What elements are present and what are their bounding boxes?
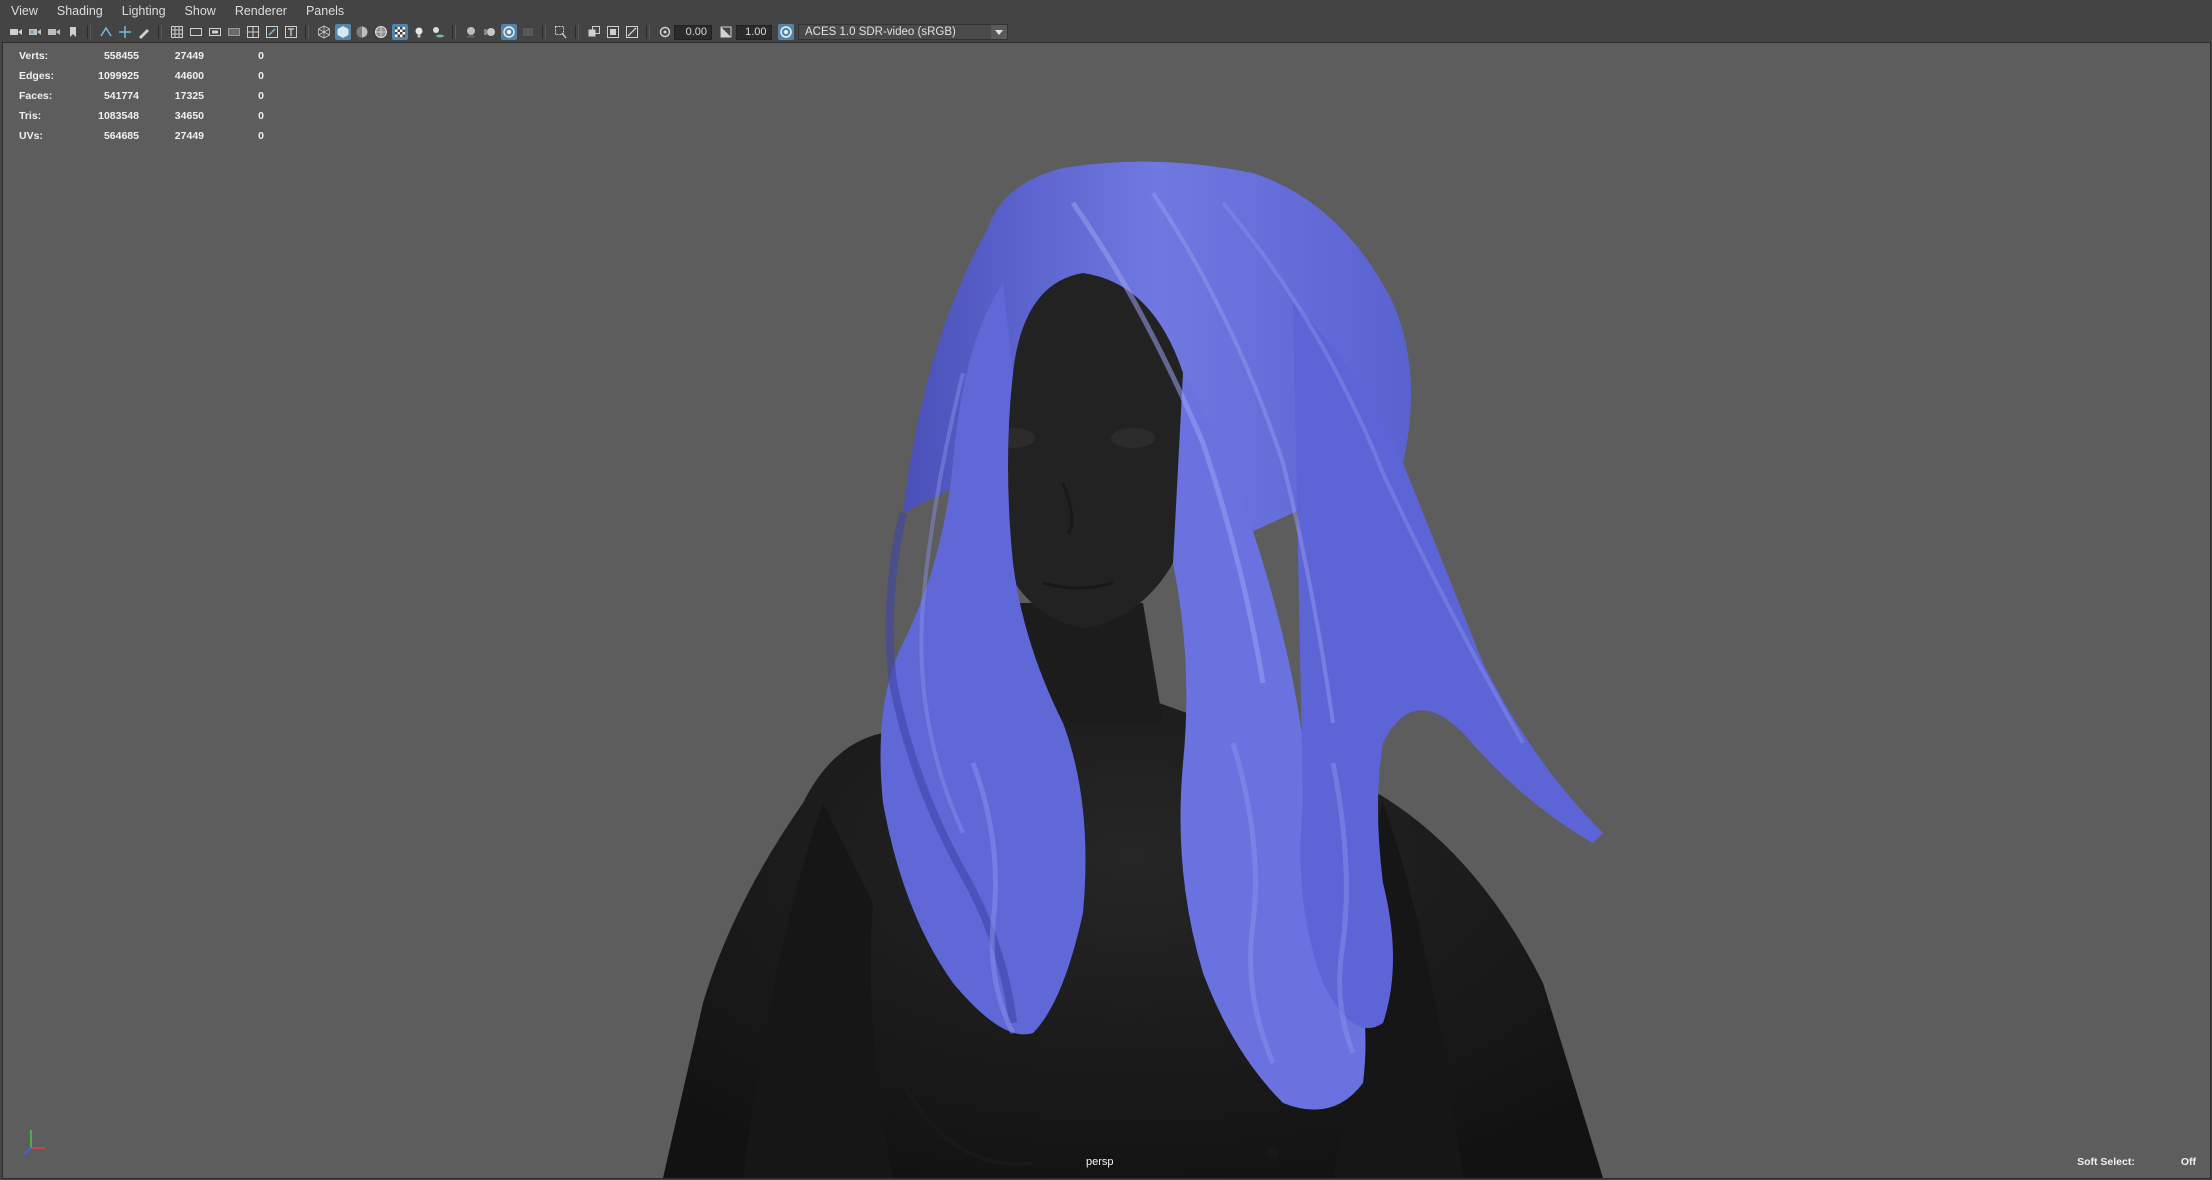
resolution-gate-icon[interactable]: [207, 24, 223, 40]
isolate-select-icon[interactable]: [553, 24, 569, 40]
toolbar-separator: [87, 25, 91, 39]
chevron-down-icon: [991, 25, 1007, 39]
menu-panels[interactable]: Panels: [295, 0, 352, 22]
grid-icon[interactable]: [169, 24, 185, 40]
soft-select-value: Off: [2180, 1156, 2196, 1168]
hud-value: 27449: [174, 50, 204, 62]
hud-label: Edges:: [19, 70, 55, 82]
screen-space-ao-icon[interactable]: [463, 24, 479, 40]
axis-gizmo-icon: [23, 1130, 45, 1155]
hud-value: 0: [258, 110, 264, 122]
hud-value: 558455: [103, 50, 139, 62]
toolbar-separator: [305, 25, 309, 39]
hud-value: 564685: [103, 130, 139, 142]
textured-icon[interactable]: [391, 24, 408, 40]
gamma-field[interactable]: 1.00: [735, 24, 772, 40]
shadows-icon[interactable]: [430, 24, 446, 40]
view-transform-dropdown[interactable]: ACES 1.0 SDR-video (sRGB): [798, 24, 1008, 40]
gate-mask-icon[interactable]: [226, 24, 242, 40]
hud-label: Faces:: [19, 90, 53, 102]
bookmark-icon[interactable]: [65, 24, 81, 40]
view-transform-value: ACES 1.0 SDR-video (sRGB): [805, 26, 956, 38]
poly-count-hud: Verts: 558455 27449 0 Edges: 1099925 446…: [19, 46, 264, 146]
hud-value: 0: [258, 50, 264, 62]
motion-blur-icon[interactable]: [482, 24, 498, 40]
hud-value: 1083548: [98, 110, 139, 122]
hud-value: 44600: [174, 70, 204, 82]
anti-aliasing-icon[interactable]: [500, 24, 517, 40]
menu-shading[interactable]: Shading: [46, 0, 111, 22]
field-chart-icon[interactable]: [245, 24, 261, 40]
xray-active-icon[interactable]: [605, 24, 621, 40]
smooth-shade-icon[interactable]: [334, 24, 351, 40]
image-plane-icon[interactable]: [98, 24, 114, 40]
grease-pencil-icon[interactable]: [136, 24, 152, 40]
hud-row-edges: Edges: 1099925 44600 0: [19, 66, 264, 86]
menu-view[interactable]: View: [0, 0, 46, 22]
hud-label: Tris:: [19, 110, 42, 122]
panel-toolbar: 0.00 1.00 ACES 1.0 SDR-video (sRGB): [0, 22, 2212, 42]
toolbar-separator: [158, 25, 162, 39]
hud-value: 1099925: [98, 70, 139, 82]
hud-value: 541774: [103, 90, 139, 102]
gamma-icon[interactable]: [718, 24, 734, 40]
xray-joints-icon[interactable]: [624, 24, 640, 40]
toolbar-separator: [575, 25, 579, 39]
toolbar-separator: [452, 25, 456, 39]
hud-value: 0: [258, 90, 264, 102]
film-gate-icon[interactable]: [188, 24, 204, 40]
hud-row-verts: Verts: 558455 27449 0: [19, 46, 264, 66]
menu-renderer[interactable]: Renderer: [224, 0, 295, 22]
hud-label: Verts:: [19, 50, 49, 62]
default-material-icon[interactable]: [354, 24, 370, 40]
exposure-field[interactable]: 0.00: [674, 24, 712, 40]
hud-value: 27449: [174, 130, 204, 142]
hud-label: UVs:: [19, 130, 43, 142]
xray-icon[interactable]: [586, 24, 602, 40]
hud-row-faces: Faces: 541774 17325 0: [19, 86, 264, 106]
color-management-icon[interactable]: [777, 24, 794, 40]
camera-attributes-icon[interactable]: [46, 24, 62, 40]
maya-viewport-panel: View Shading Lighting Show Renderer Pane…: [0, 0, 2212, 1180]
menu-lighting[interactable]: Lighting: [111, 0, 174, 22]
wireframe-on-shaded-icon[interactable]: [373, 24, 389, 40]
3d-viewport[interactable]: Verts: 558455 27449 0 Edges: 1099925 446…: [2, 42, 2211, 1179]
toolbar-separator: [542, 25, 546, 39]
hud-value: 0: [258, 130, 264, 142]
camera-lock-icon[interactable]: [27, 24, 43, 40]
safe-action-icon[interactable]: [264, 24, 280, 40]
panel-menubar: View Shading Lighting Show Renderer Pane…: [0, 0, 2212, 23]
exposure-icon[interactable]: [657, 24, 673, 40]
wireframe-icon[interactable]: [316, 24, 332, 40]
camera-name-label: persp: [1086, 1156, 1114, 1168]
2d-pan-zoom-icon[interactable]: [117, 24, 133, 40]
use-lights-icon[interactable]: [411, 24, 427, 40]
hud-row-tris: Tris: 1083548 34650 0: [19, 106, 264, 126]
menu-show[interactable]: Show: [174, 0, 224, 22]
camera-icon[interactable]: [8, 24, 24, 40]
soft-select-label: Soft Select:: [2077, 1156, 2135, 1168]
scene-render: [663, 161, 1603, 1178]
safe-title-icon[interactable]: [283, 24, 299, 40]
soft-select-status: Soft Select: Off: [2077, 1156, 2196, 1168]
depth-of-field-icon[interactable]: [520, 24, 536, 40]
hud-row-uvs: UVs: 564685 27449 0: [19, 126, 264, 146]
hud-value: 17325: [174, 90, 204, 102]
hud-value: 34650: [174, 110, 204, 122]
hud-value: 0: [258, 70, 264, 82]
toolbar-separator: [646, 25, 650, 39]
